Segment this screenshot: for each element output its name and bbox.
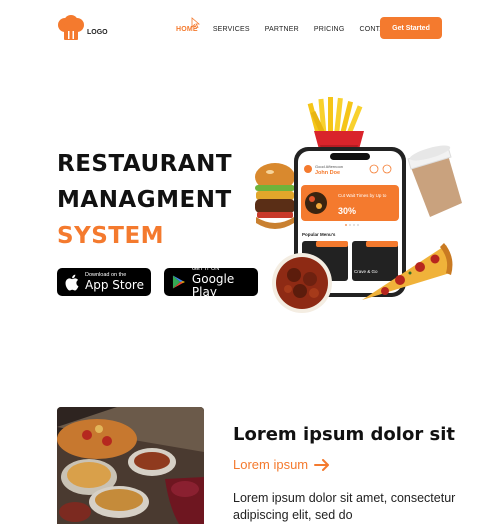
- apple-icon: [65, 274, 79, 290]
- google-play-icon: [172, 275, 185, 289]
- google-play-button[interactable]: GET IT ON Google Play: [164, 266, 258, 299]
- logo-text: LOGO: [87, 28, 108, 36]
- app-store-big-text: App Store: [85, 278, 144, 292]
- hero-title-line-3: SYSTEM: [57, 223, 165, 249]
- top-navigation: LOGO HOME SERVICES PARTNER PRICING CONTA…: [0, 0, 496, 60]
- google-play-big-text: Google Play: [191, 271, 235, 299]
- nav-pricing[interactable]: PRICING: [314, 26, 345, 33]
- arrow-right-icon: [314, 458, 330, 471]
- phone-promo-value: 30%: [338, 206, 356, 216]
- burger-image: [255, 163, 295, 229]
- section-body-text: Lorem ipsum dolor sit amet, consectetur …: [233, 491, 456, 522]
- hero-title-line-1: RESTAURANT: [57, 151, 233, 177]
- logo[interactable]: LOGO: [57, 15, 108, 41]
- phone-user: John Doe: [315, 170, 340, 176]
- pointer-cursor-icon: [191, 17, 200, 29]
- curry-bowl-image: [272, 253, 332, 313]
- phone-section-title: Popular Menu's: [302, 232, 336, 237]
- hero-title-line-2: MANAGMENT: [57, 187, 232, 213]
- fries-image: [307, 97, 364, 153]
- hero-title: RESTAURANT MANAGMENT SYSTEM: [57, 146, 232, 254]
- hero-illustration: Good Afternoon John Doe Cut Wait Times b…: [255, 97, 462, 313]
- phone-promo-text: Cut Wait Times by Up to: [338, 193, 387, 198]
- get-started-button[interactable]: Get Started: [380, 17, 442, 39]
- phone-card-title: Crave & Go: [354, 269, 378, 274]
- chef-hat-icon: [58, 15, 84, 40]
- nav-services[interactable]: SERVICES: [213, 26, 250, 33]
- coffee-cup-image: [407, 145, 462, 217]
- section-read-more-link[interactable]: Lorem ipsum: [233, 457, 330, 472]
- restaurant-table-photo: [57, 407, 204, 524]
- section-link-label: Lorem ipsum: [233, 457, 309, 472]
- phone-greeting: Good Afternoon: [315, 164, 343, 169]
- nav-partner[interactable]: PARTNER: [265, 26, 299, 33]
- section-title: Lorem ipsum dolor sit: [233, 424, 455, 445]
- app-store-button[interactable]: Download on the App Store: [57, 268, 151, 296]
